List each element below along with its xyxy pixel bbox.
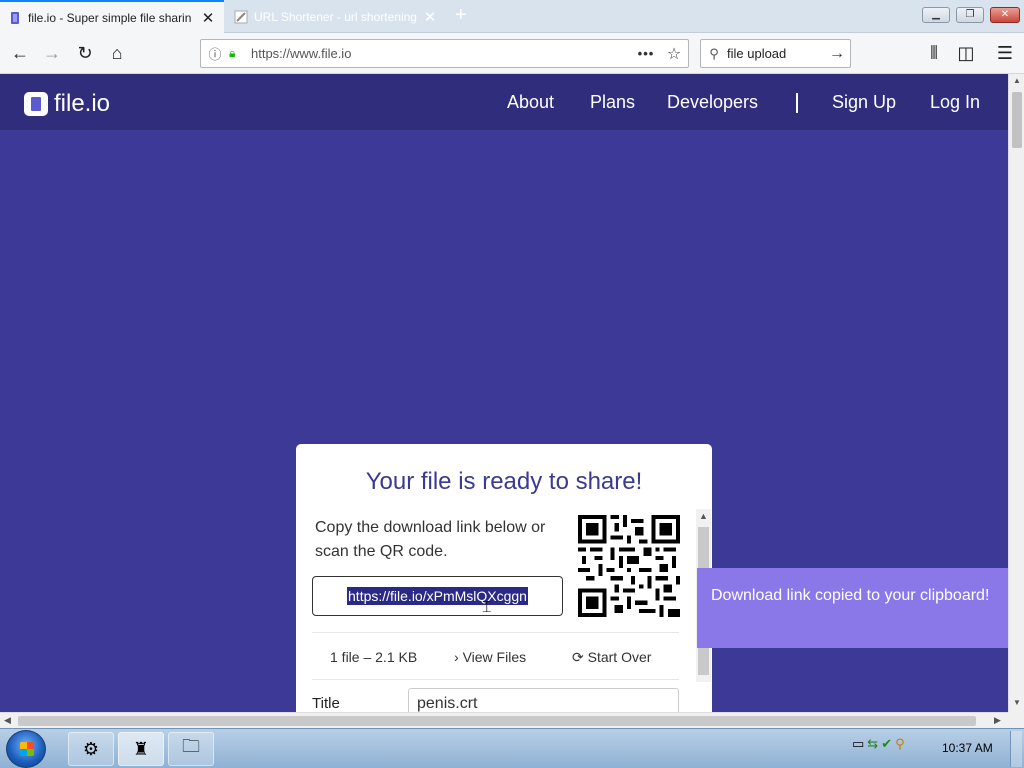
browser-tab-bar: file.io - Super simple file sharin ✕ URL… [0,0,1024,33]
search-go-arrow-icon[interactable]: → [824,45,850,63]
forward-arrow-icon[interactable]: → [40,41,64,65]
card-title: Your file is ready to share! [365,468,643,495]
security-icon[interactable]: ✔ [881,736,892,752]
menu-hamburger-icon[interactable]: ☰ [993,41,1017,65]
app-icon: ♜ [132,738,150,759]
title-label: Title [312,695,340,712]
window-controls: ▁ ❐ ✕ [922,7,1020,23]
qr-code[interactable] [578,515,680,617]
scrollbar-corner [1008,712,1024,728]
logo-text: file.io [54,90,111,117]
view-files-link[interactable]: › View Files [454,649,526,665]
nav-divider [796,93,798,113]
refresh-icon: ⟳ [572,649,588,665]
clipboard-toast: Download link copied to your clipboard! [697,568,1008,648]
tab-url-shortener[interactable]: URL Shortener - url shortening ✕ [226,0,446,33]
search-icon: ⚲ [709,45,719,61]
tab-close-icon[interactable]: ✕ [422,8,438,26]
reload-icon[interactable]: ↻ [73,41,97,65]
bookmark-star-icon[interactable]: ☆ [660,44,688,64]
address-url[interactable]: https://www.file.io [245,46,632,61]
page-actions-icon[interactable]: ••• [632,46,660,61]
file-io-favicon-icon [11,11,19,24]
start-button[interactable] [6,730,46,768]
taskbar-clock[interactable]: 10:37 AM [942,741,993,755]
scroll-down-arrow-icon[interactable]: ▼ [1013,698,1021,707]
taskbar-app-1[interactable]: ⚙ [68,732,114,766]
title-input[interactable]: penis.crt [408,688,679,712]
page-viewport: file.io About Plans Developers Sign Up L… [0,74,1008,712]
scroll-right-arrow-icon[interactable]: ▶ [994,715,1001,726]
site-header: file.io About Plans Developers Sign Up L… [0,74,1008,130]
volume-icon[interactable]: ⚲ [895,736,905,752]
windows-taskbar: ⚙ ♜ 🗀 ▭ ⇆ ✔ ⚲ 10:37 AM [0,728,1024,768]
restore-button[interactable]: ❐ [956,7,984,23]
browser-toolbar: ← → ↻ ⌂ ⓘ 🔒︎ https://www.file.io ••• ☆ ⚲… [0,33,1024,74]
taskbar-app-2[interactable]: ♜ [118,732,164,766]
sidebar-icon[interactable]: ◫ [954,41,978,65]
info-icon[interactable]: ⓘ [201,44,229,63]
chevron-right-icon: › [454,649,463,665]
scroll-up-arrow-icon[interactable]: ▲ [699,511,708,521]
folder-icon: 🗀 [182,736,200,756]
download-link-text[interactable]: https://file.io/xPmMslQXcggn [347,587,528,605]
nav-plans[interactable]: Plans [590,92,635,113]
back-arrow-icon[interactable]: ← [8,41,32,65]
tab-close-icon[interactable]: ✕ [200,9,216,27]
close-window-button[interactable]: ✕ [990,7,1020,23]
horizontal-scroll-thumb[interactable] [18,716,976,726]
new-tab-button[interactable]: + [455,4,467,27]
scroll-up-arrow-icon[interactable]: ▲ [1013,76,1021,85]
page-vertical-scrollbar[interactable]: ▲ ▼ [1008,74,1024,712]
tab-title: file.io - Super simple file sharin [28,10,192,25]
divider [312,632,679,633]
card-instructions: Copy the download link below or scan the… [315,519,546,560]
tab-title: URL Shortener - url shortening [254,9,417,24]
search-input[interactable]: file upload [727,46,824,61]
network-icon[interactable]: ⇆ [867,736,878,752]
scroll-left-arrow-icon[interactable]: ◀ [4,715,11,726]
show-desktop-button[interactable] [1010,731,1022,767]
share-card: Your file is ready to share! Copy the do… [296,444,712,712]
file-summary: 1 file – 2.1 KB [330,649,418,665]
start-over-label: Start Over [587,649,652,665]
vertical-scroll-thumb[interactable] [1012,92,1022,148]
view-files-label: View Files [462,649,527,665]
nav-about[interactable]: About [507,92,554,113]
minimize-button[interactable]: ▁ [922,7,950,23]
app-icon: ⚙ [82,738,100,759]
file-io-logo-icon [24,92,48,116]
library-icon[interactable]: ⫴ [922,41,946,65]
divider [312,679,679,680]
nav-sign-up[interactable]: Sign Up [832,92,896,113]
tray-window-icon[interactable]: ▭ [852,736,864,752]
nav-log-in[interactable]: Log In [930,92,980,113]
nav-developers[interactable]: Developers [667,92,758,113]
site-logo[interactable]: file.io [24,90,110,118]
home-icon[interactable]: ⌂ [105,41,129,65]
taskbar-explorer[interactable]: 🗀 [168,732,214,766]
start-over-link[interactable]: ⟳ Start Over [572,649,651,666]
system-tray: ▭ ⇆ ✔ ⚲ [852,736,905,752]
download-link-field[interactable]: https://file.io/xPmMslQXcggn [312,576,563,616]
mouse-cursor-icon: ⌶ [482,599,492,616]
search-bar[interactable]: ⚲ file upload → [700,39,851,68]
url-shortener-favicon-icon [234,10,248,23]
page-horizontal-scrollbar[interactable]: ◀ ▶ [0,712,1008,728]
lock-icon[interactable]: 🔒︎ [229,46,245,61]
tab-file-io[interactable]: file.io - Super simple file sharin ✕ [0,0,224,33]
address-bar[interactable]: ⓘ 🔒︎ https://www.file.io ••• ☆ [200,39,689,68]
